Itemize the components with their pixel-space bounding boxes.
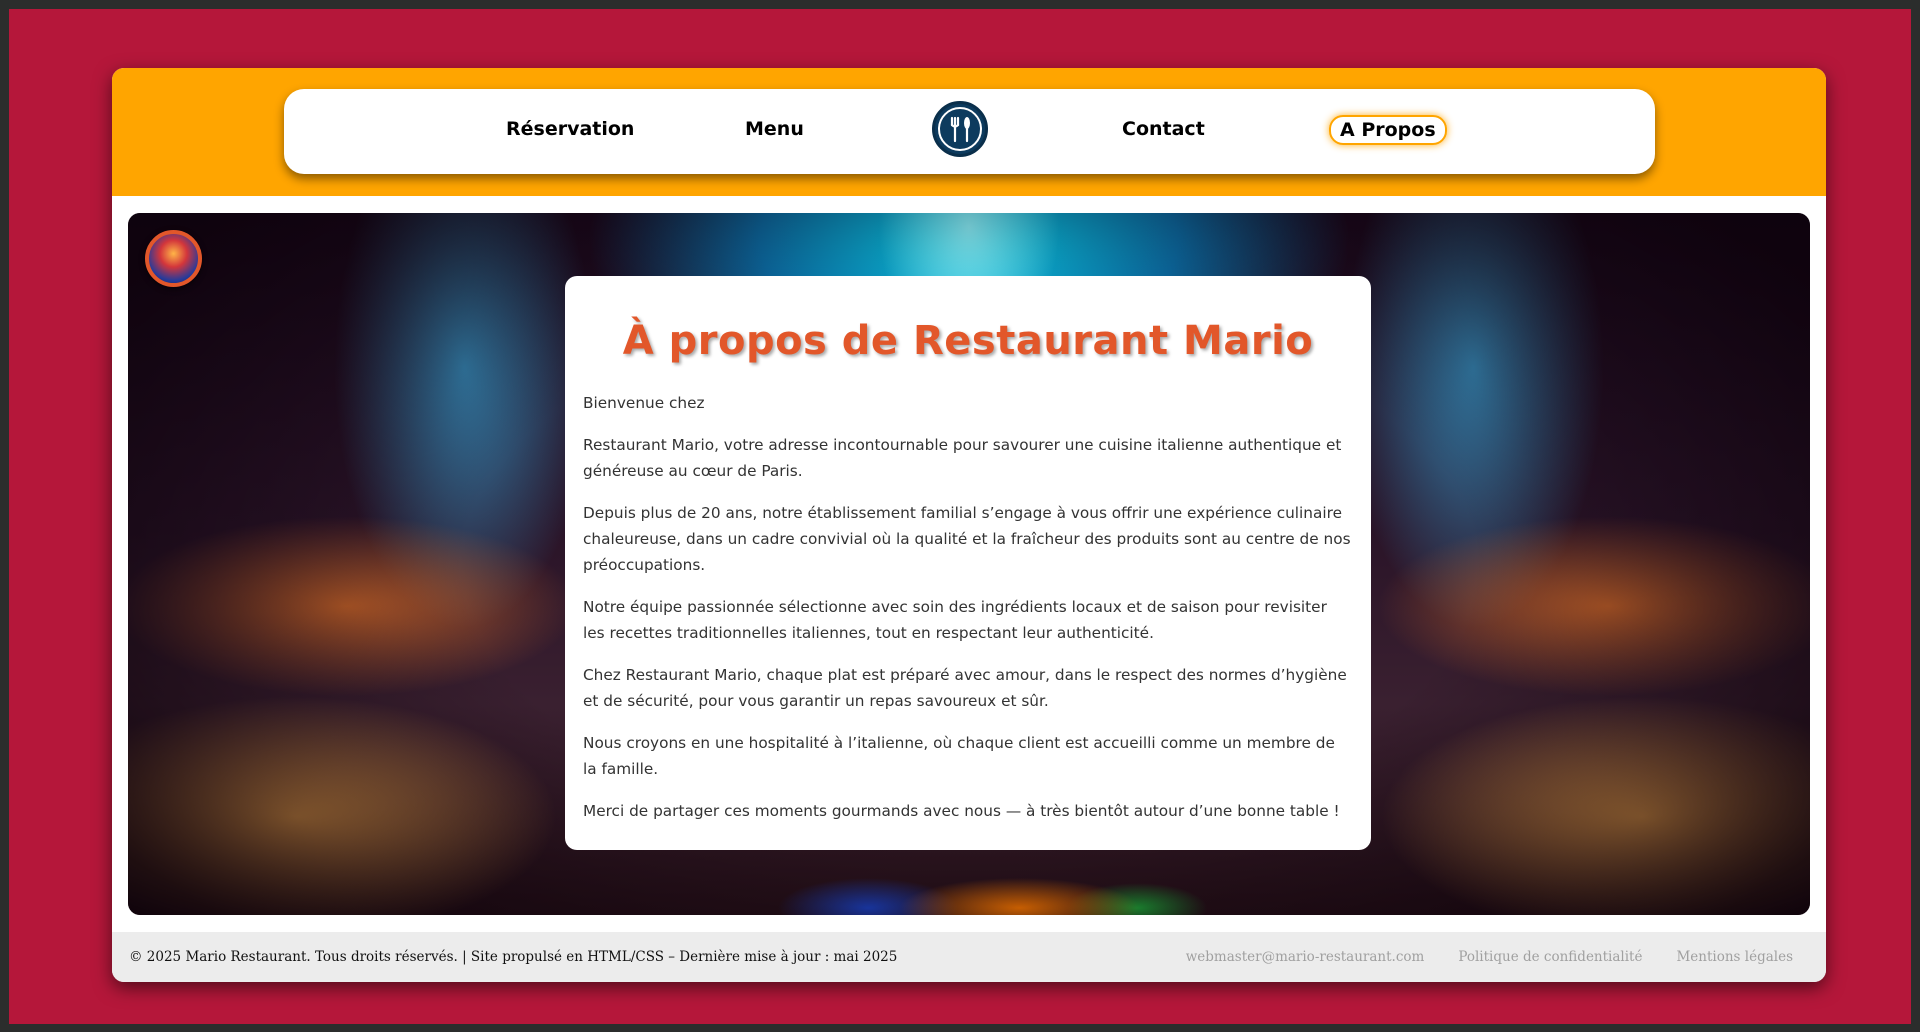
about-paragraph: Bienvenue chez xyxy=(583,394,705,412)
copyright-text: © 2025 Mario Restaurant. Tous droits rés… xyxy=(129,949,898,965)
about-card: À propos de Restaurant Mario Bienvenue c… xyxy=(565,276,1371,850)
about-paragraph: Nous croyons en une hospitalité à l’ital… xyxy=(583,734,1335,778)
nav-link-menu[interactable]: Menu xyxy=(745,118,804,140)
about-paragraph: Merci de partager ces moments gourmands … xyxy=(583,802,1340,820)
site-container: Réservation Menu Contact A Propos À prop… xyxy=(112,68,1826,982)
mario-badge-icon xyxy=(145,230,202,287)
about-body: Bienvenue chez Restaurant Mario, votre a… xyxy=(583,390,1353,824)
about-title: À propos de Restaurant Mario xyxy=(622,318,1314,364)
footer-links: webmaster@mario-restaurant.com Politique… xyxy=(1186,949,1793,965)
hero-background: À propos de Restaurant Mario Bienvenue c… xyxy=(128,213,1810,915)
restaurant-logo[interactable] xyxy=(932,101,988,157)
nav-link-reservation[interactable]: Réservation xyxy=(506,118,634,140)
about-paragraph: Notre équipe passionnée sélectionne avec… xyxy=(583,598,1327,642)
main-nav: Réservation Menu Contact A Propos xyxy=(284,89,1655,174)
footer-legal-link[interactable]: Mentions légales xyxy=(1676,949,1793,965)
page-frame: Réservation Menu Contact A Propos À prop… xyxy=(9,9,1911,1024)
footer-email-link[interactable]: webmaster@mario-restaurant.com xyxy=(1186,949,1425,965)
cutlery-icon xyxy=(950,116,970,143)
about-paragraph: Depuis plus de 20 ans, notre établisseme… xyxy=(583,504,1351,574)
nav-link-contact[interactable]: Contact xyxy=(1122,118,1205,140)
site-header: Réservation Menu Contact A Propos xyxy=(112,68,1826,196)
footer-privacy-link[interactable]: Politique de confidentialité xyxy=(1458,949,1642,965)
nav-link-about[interactable]: A Propos xyxy=(1329,115,1447,145)
logo-ring xyxy=(938,107,982,151)
about-paragraph: Chez Restaurant Mario, chaque plat est p… xyxy=(583,666,1347,710)
site-footer: © 2025 Mario Restaurant. Tous droits rés… xyxy=(112,932,1826,982)
about-paragraph: Restaurant Mario, votre adresse incontou… xyxy=(583,436,1342,480)
